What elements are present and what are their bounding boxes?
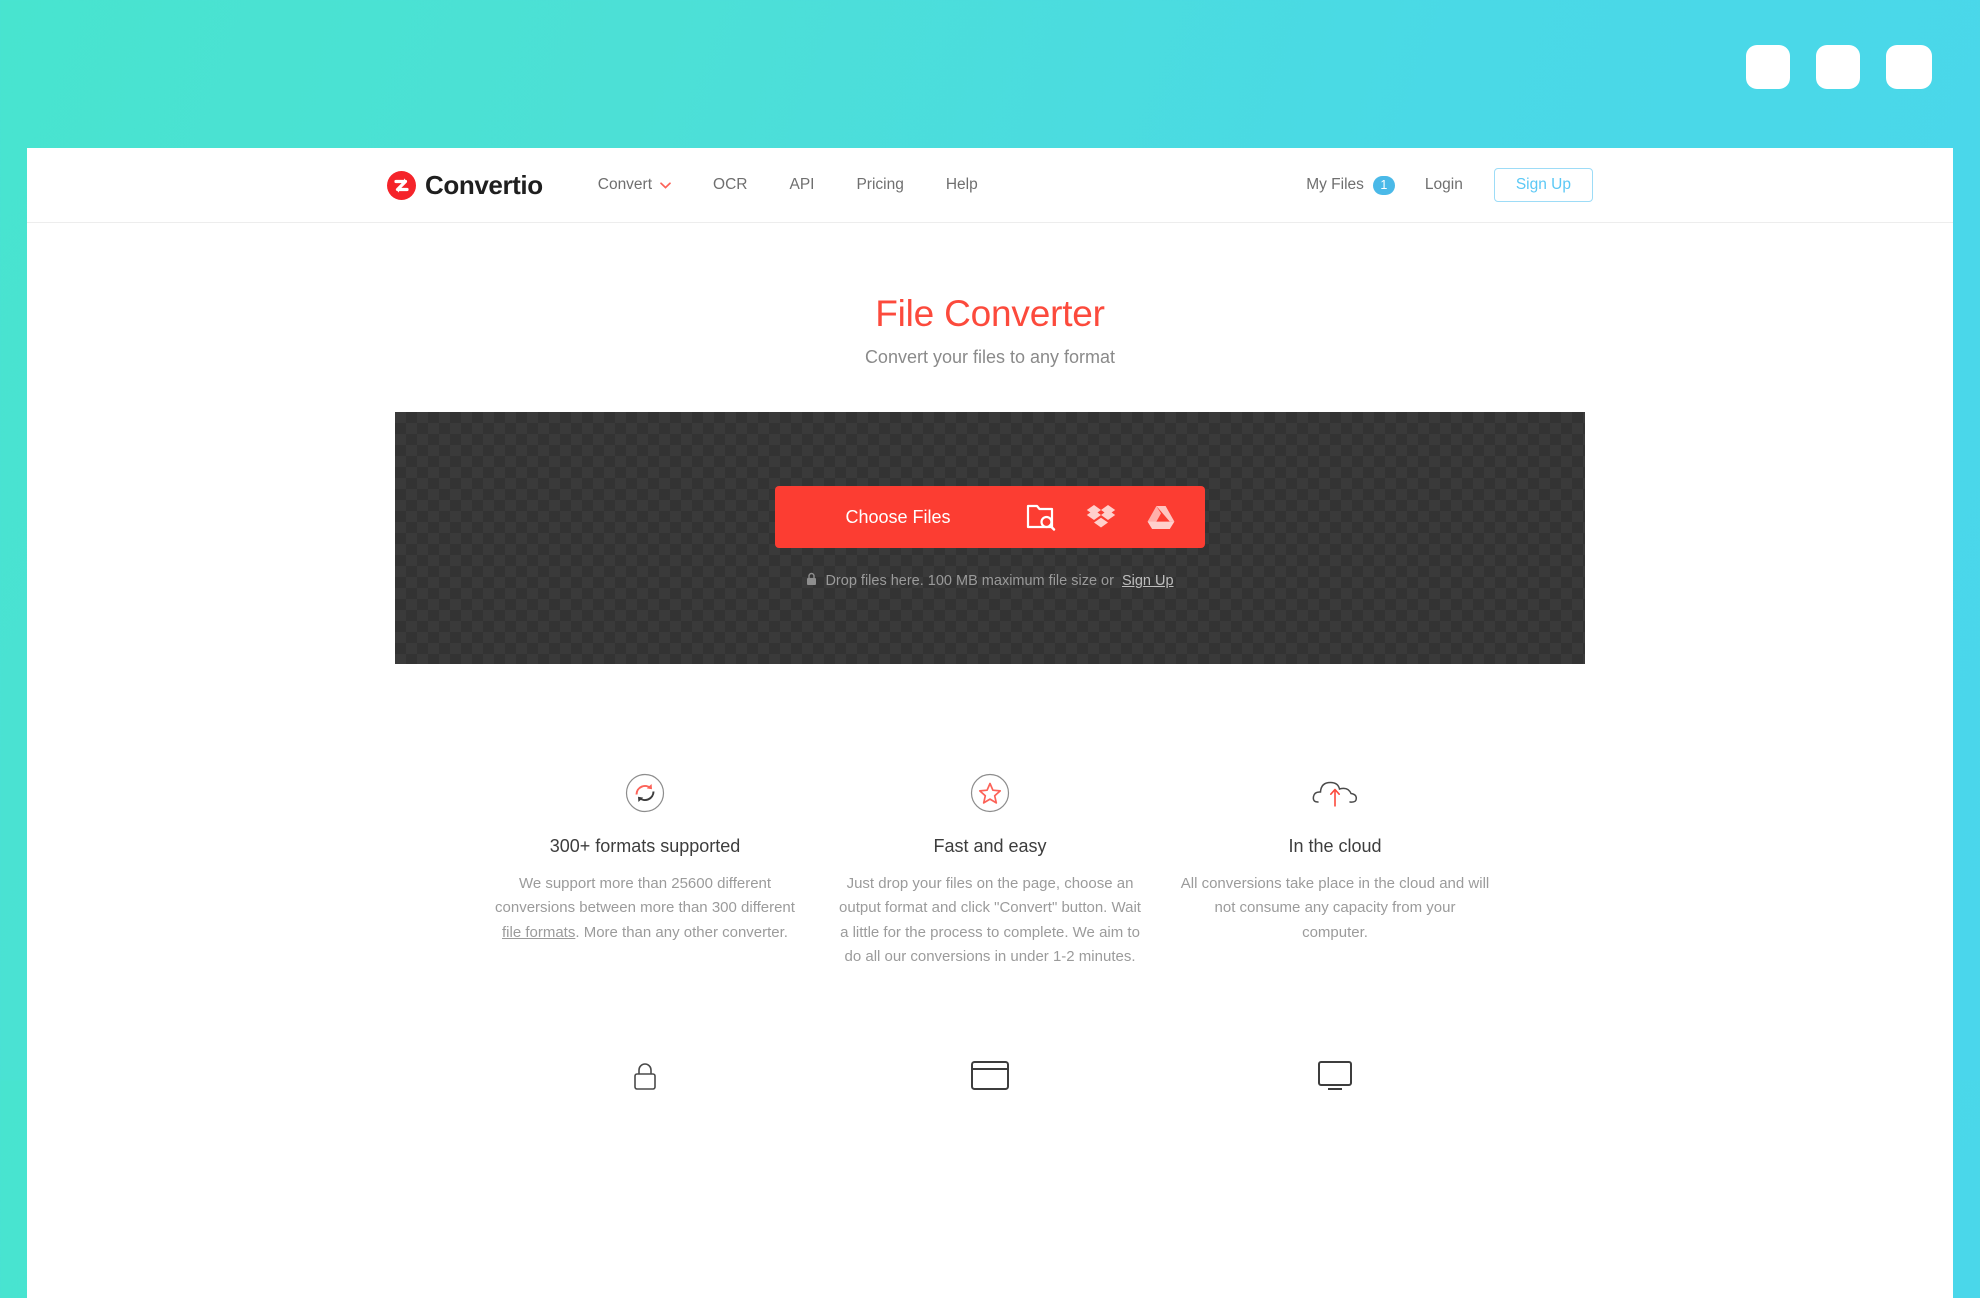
window-button-3[interactable] <box>1886 45 1932 89</box>
my-files-link[interactable]: My Files 1 <box>1306 175 1425 195</box>
header-right: My Files 1 Login Sign Up <box>1306 168 1593 202</box>
browser-window-icon <box>971 1061 1009 1096</box>
nav-item-pricing[interactable]: Pricing <box>835 176 924 194</box>
nav-item-convert[interactable]: Convert <box>598 176 692 194</box>
login-link[interactable]: Login <box>1425 176 1494 194</box>
feature-title: Fast and easy <box>933 836 1047 856</box>
feature-cloud: In the cloud All conversions take place … <box>1163 772 1508 969</box>
page-title: File Converter <box>875 293 1105 334</box>
page-subtitle: Convert your files to any format <box>864 347 1116 367</box>
lock-icon <box>632 1061 658 1096</box>
my-files-count-badge: 1 <box>1372 175 1395 195</box>
features-section: 300+ formats supported We support more t… <box>473 772 1508 969</box>
window-button-2[interactable] <box>1816 45 1860 89</box>
logo-text: Convertio <box>425 169 543 200</box>
source-icons <box>1011 486 1205 548</box>
main-nav: Convert OCR API Pricing Help <box>598 176 999 194</box>
lower-cell-1 <box>473 1061 818 1096</box>
logo-link[interactable]: Convertio <box>387 170 543 201</box>
window-controls <box>1746 45 1932 89</box>
dropbox-icon[interactable] <box>1071 486 1131 548</box>
window-button-1[interactable] <box>1746 45 1790 89</box>
nav-item-api[interactable]: API <box>768 176 835 194</box>
lock-icon <box>806 572 817 590</box>
feature-title: 300+ formats supported <box>549 836 741 856</box>
feature-text-before: We support more than 25600 different con… <box>495 875 795 917</box>
feature-fast-easy: Fast and easy Just drop your files on th… <box>818 772 1163 969</box>
feature-text: Just drop your files on the page, choose… <box>839 875 1141 965</box>
lower-cell-3 <box>1163 1061 1508 1096</box>
lower-cell-2 <box>818 1061 1163 1096</box>
from-computer-icon[interactable] <box>1011 486 1071 548</box>
file-formats-link[interactable]: file formats <box>502 924 575 941</box>
nav-item-help[interactable]: Help <box>925 176 999 194</box>
feature-formats: 300+ formats supported We support more t… <box>473 772 818 969</box>
lower-features-row <box>473 1061 1508 1096</box>
file-dropzone[interactable]: Choose Files Drop files here. 100 MB max… <box>395 412 1585 664</box>
drop-hint: Drop files here. 100 MB maximum file siz… <box>806 572 1174 590</box>
convertio-logo-icon <box>387 170 416 200</box>
nav-item-ocr[interactable]: OCR <box>692 176 768 194</box>
star-icon <box>836 772 1145 814</box>
feature-text-after: . More than any other converter. <box>575 923 788 941</box>
google-drive-icon[interactable] <box>1131 486 1191 548</box>
hero-section: File Converter Convert your files to any… <box>27 223 1953 368</box>
drop-hint-text: Drop files here. 100 MB maximum file siz… <box>825 573 1114 589</box>
cloud-upload-icon <box>1181 772 1490 814</box>
feature-text: All conversions take place in the cloud … <box>1180 875 1490 941</box>
my-files-label: My Files <box>1306 176 1364 193</box>
device-icon <box>1318 1061 1352 1096</box>
page-sheet: Convertio Convert OCR API Pricing Help M… <box>27 148 1953 1298</box>
nav-item-label: Convert <box>597 176 653 193</box>
feature-text: We support more than 25600 different con… <box>491 872 800 945</box>
site-header: Convertio Convert OCR API Pricing Help M… <box>27 148 1953 223</box>
drop-hint-signup-link[interactable]: Sign Up <box>1122 573 1174 589</box>
feature-title: In the cloud <box>1288 836 1382 856</box>
chevron-down-icon <box>660 181 671 189</box>
choose-files-button[interactable]: Choose Files <box>775 486 1011 548</box>
formats-refresh-icon <box>491 772 800 814</box>
header-inner: Convertio Convert OCR API Pricing Help M… <box>387 148 1593 222</box>
signup-button[interactable]: Sign Up <box>1493 168 1593 202</box>
choose-files-bar: Choose Files <box>775 486 1205 548</box>
